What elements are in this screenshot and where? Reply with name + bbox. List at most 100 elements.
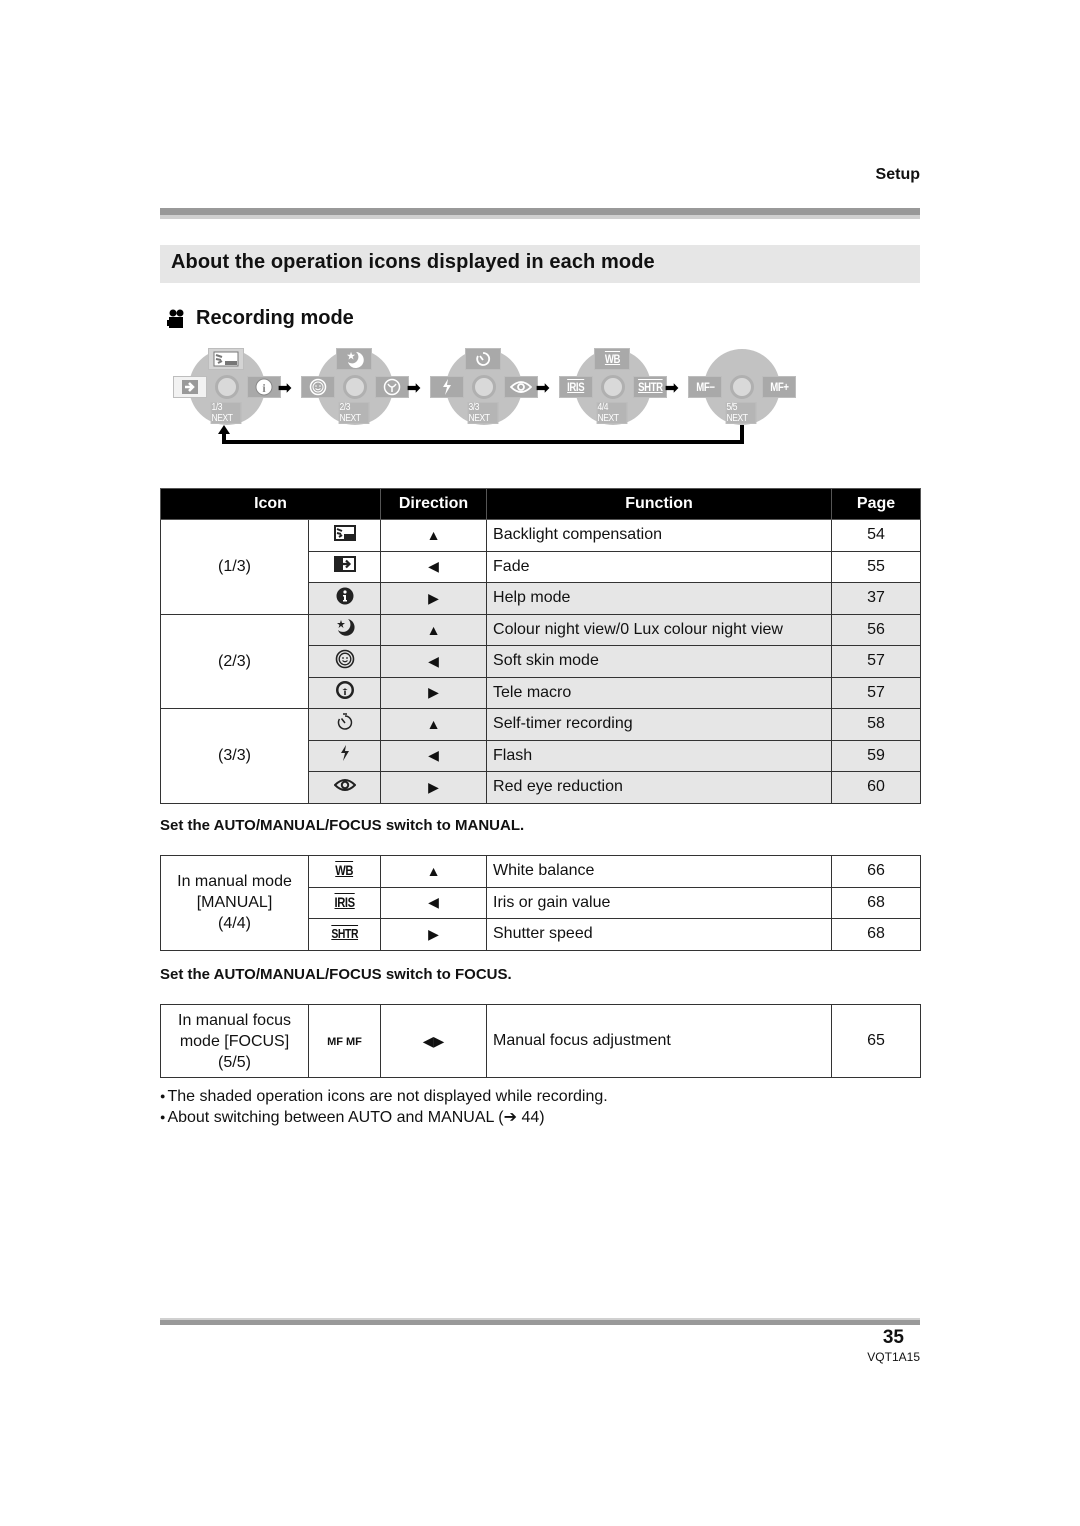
flow-arrow: ➡	[536, 380, 550, 397]
dial-3: 3/3 NEXT	[422, 345, 542, 435]
note-item: About switching between AUTO and MANUAL …	[160, 1107, 608, 1128]
help-icon: i	[247, 376, 281, 398]
page-ref: 58	[831, 708, 922, 741]
soft-skin-icon	[301, 376, 335, 398]
direction-left: ◀	[380, 550, 488, 583]
section-label: Setup	[875, 166, 920, 183]
function-text: Manual focus adjustment	[486, 1004, 832, 1078]
recording-icons-table: Icon Direction Function Page (1/3) ▲ Bac…	[159, 488, 922, 804]
table-row: In manual focus mode [FOCUS] (5/5) MF MF…	[160, 1004, 921, 1078]
function-text: Fade	[486, 550, 833, 583]
direction-right: ▶	[380, 771, 488, 804]
dial-next-label: 4/4 NEXT	[596, 402, 628, 424]
direction-right: ▶	[380, 676, 488, 709]
backlight-icon	[307, 519, 382, 552]
direction-up: ▲	[380, 519, 488, 552]
page-ref: 66	[831, 855, 921, 888]
dial-center-button	[730, 375, 754, 399]
page-number: 35	[882, 1327, 904, 1348]
notes-list: The shaded operation icons are not displ…	[160, 1086, 608, 1128]
page-ref: 55	[831, 550, 922, 583]
direction-up: ▲	[380, 855, 487, 888]
function-text: Red eye reduction	[486, 771, 833, 804]
direction-right: ▶	[380, 918, 487, 951]
self-timer-icon	[465, 348, 501, 370]
return-arrowhead-icon	[218, 425, 230, 434]
svg-text:★: ★	[347, 351, 356, 361]
direction-left: ◀	[380, 739, 488, 772]
dial-center-button	[601, 375, 625, 399]
function-text: Colour night view/0 Lux colour night vie…	[486, 613, 833, 646]
iris-icon: IRIS	[559, 376, 593, 398]
dial-1: i 1/3 NEXT	[165, 345, 285, 435]
function-text: Tele macro	[486, 676, 833, 709]
page-ref: 60	[831, 771, 922, 804]
focus-switch-note: Set the AUTO/MANUAL/FOCUS switch to FOCU…	[160, 966, 512, 983]
function-text: Help mode	[486, 582, 833, 615]
red-eye-icon	[504, 376, 538, 398]
manual-focus-icon: MF MF	[308, 1004, 381, 1078]
fade-icon	[173, 376, 207, 398]
self-timer-icon	[307, 708, 382, 741]
page-ref: 56	[831, 613, 922, 646]
flow-arrow: ➡	[407, 380, 421, 397]
movie-camera-icon	[167, 309, 184, 328]
tele-macro-icon	[375, 376, 409, 398]
note-item: The shaded operation icons are not displ…	[160, 1086, 607, 1107]
page-ref: 57	[831, 645, 922, 678]
header-function: Function	[486, 488, 833, 520]
direction-up: ▲	[380, 613, 488, 646]
page-ref: 68	[831, 918, 921, 951]
dial-2: ★ 2/3 NEXT	[293, 345, 413, 435]
function-text: Flash	[486, 739, 833, 772]
white-balance-icon: WB	[308, 855, 381, 888]
page-ref: 65	[831, 1004, 921, 1078]
table-row: (3/3) ▲ Self-timer recording 58	[160, 708, 922, 804]
function-text: Iris or gain value	[486, 886, 832, 919]
manual-focus-minus-icon: MF−	[688, 376, 722, 398]
group-label: In manual focus mode [FOCUS] (5/5)	[160, 1004, 309, 1078]
group-label: (3/3)	[160, 708, 309, 804]
page-ref: 37	[831, 582, 922, 615]
page-ref: 68	[831, 886, 921, 919]
function-text: Shutter speed	[486, 918, 832, 951]
function-text: Backlight compensation	[486, 519, 833, 552]
soft-skin-icon	[307, 645, 382, 678]
direction-left-right: ◀▶	[380, 1004, 487, 1078]
group-label: (1/3)	[160, 519, 309, 615]
header-direction: Direction	[380, 488, 488, 520]
dial-next-label: 2/3 NEXT	[338, 402, 370, 424]
direction-left: ◀	[380, 645, 488, 678]
dial-next-label: 3/3 NEXT	[467, 402, 499, 424]
shutter-icon: SHTR	[633, 376, 667, 398]
return-arrow-line	[222, 440, 744, 444]
flash-icon	[430, 376, 464, 398]
flash-icon	[307, 739, 382, 772]
bottom-divider	[160, 1318, 920, 1325]
top-divider	[160, 208, 920, 220]
group-label: (2/3)	[160, 613, 309, 709]
table-row: (1/3) ▲ Backlight compensation 54	[160, 519, 922, 615]
document-code: VQT1A15	[867, 1350, 920, 1364]
dial-center-button	[472, 375, 496, 399]
section-heading-text: Recording mode	[196, 307, 354, 329]
mode-dial-diagram: i 1/3 NEXT ➡ ★ 2/3 NEXT ➡ 3/3 NEXT ➡ WB …	[165, 340, 805, 455]
function-text: Soft skin mode	[486, 645, 833, 678]
night-view-icon: ★	[336, 348, 372, 370]
iris-icon: IRIS	[308, 886, 381, 919]
white-balance-icon: WB	[594, 348, 630, 370]
fade-icon	[307, 550, 382, 583]
help-icon	[307, 582, 382, 615]
page-ref: 57	[831, 676, 922, 709]
table-row: (2/3) ▲ Colour night view/0 Lux colour n…	[160, 613, 922, 709]
dial-5: MF− MF+ 5/5 NEXT	[680, 345, 800, 435]
direction-left: ◀	[380, 886, 487, 919]
page-ref: 59	[831, 739, 922, 772]
direction-up: ▲	[380, 708, 488, 741]
table-header: Icon Direction Function Page	[159, 488, 922, 520]
dial-next-label: 1/3 NEXT	[210, 402, 242, 424]
page-title: About the operation icons displayed in e…	[171, 251, 655, 273]
red-eye-icon	[307, 771, 382, 804]
direction-right: ▶	[380, 582, 488, 615]
night-view-icon	[307, 613, 382, 646]
